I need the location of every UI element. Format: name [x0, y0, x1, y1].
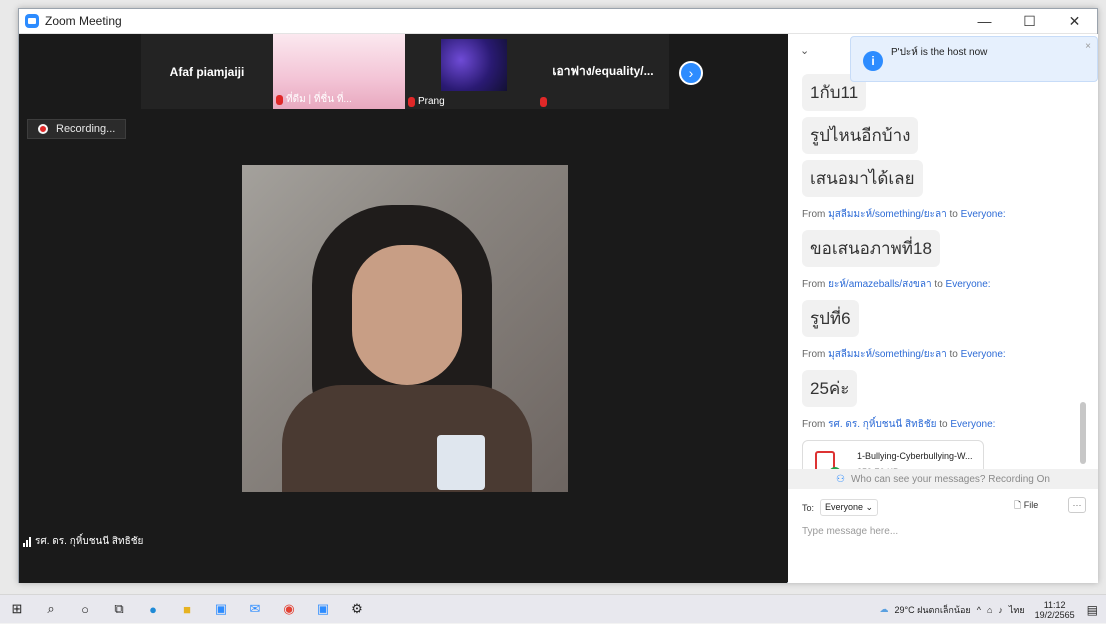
video-area: Afaf piamjaiji ที่ดีม | ที่ชื่น ที่... P…: [19, 34, 787, 583]
participant-label: ที่ดีม | ที่ชื่น ที่...: [276, 92, 352, 107]
desktop: Zoom Meeting — ☐ ✕ Afaf piamjaiji ที่ดีม…: [0, 0, 1106, 623]
settings-icon[interactable]: ⚙: [340, 595, 374, 624]
sender-name[interactable]: รศ. ดร. กุหิ์บชนนี สิทธิชัย: [828, 419, 936, 430]
minimize-button[interactable]: —: [962, 9, 1007, 34]
chat-bubble: เสนอมาได้เลย: [802, 160, 923, 197]
cortana-icon[interactable]: ○: [68, 595, 102, 624]
file-name: 1-Bullying-Cyberbullying-W...: [857, 451, 973, 461]
windows-start-icon[interactable]: ⊞: [0, 595, 34, 624]
participant-label: [540, 97, 550, 107]
participant-video: [441, 39, 507, 91]
notification-icon[interactable]: ▤: [1087, 603, 1098, 617]
chat-scrollbar[interactable]: [1080, 402, 1086, 464]
file-button[interactable]: 🗋 File: [1014, 498, 1038, 514]
search-icon[interactable]: ⌕: [34, 595, 68, 624]
participant-label: Prang: [408, 96, 445, 107]
record-icon: [38, 124, 48, 134]
clock[interactable]: 11:12 19/2/2565: [1035, 600, 1075, 620]
chat-message: เสนอมาได้เลย: [802, 160, 1088, 203]
signal-icon: [23, 537, 32, 547]
chat-message: รูปไหนอีกบ้าง: [802, 117, 1088, 160]
volume-icon[interactable]: ♪: [998, 605, 1003, 615]
more-options-button[interactable]: ···: [1068, 497, 1086, 513]
sender-name[interactable]: มุสลีมมะห์/something/ยะลา: [828, 209, 947, 220]
close-notification-icon[interactable]: ×: [1085, 41, 1091, 52]
next-page-button[interactable]: ›: [679, 61, 703, 85]
weather-label[interactable]: 29°C ฝนตกเล็กน้อย: [895, 603, 971, 617]
chat-bubble: รูปที่6: [802, 300, 859, 337]
file-icon: 🗋: [1014, 500, 1021, 510]
system-tray: ☁ 29°C ฝนตกเล็กน้อย ^ ⌂ ♪ ไทย 11:12 19/2…: [874, 595, 1106, 624]
mic-off-icon: [540, 97, 547, 107]
title-bar: Zoom Meeting — ☐ ✕: [19, 9, 1097, 34]
weather-icon: ☁: [880, 604, 889, 615]
speaker-name-label: รศ. ดร. กุหิ์บชนนี สิทธิชัย: [23, 534, 143, 549]
edge-icon[interactable]: ●: [136, 595, 170, 624]
zoom-taskbar-icon[interactable]: ▣: [306, 595, 340, 624]
compose-area: To: Everyone ⌄ 🗋 File ··· Type message h…: [788, 489, 1098, 583]
mic-off-icon: [408, 97, 415, 107]
chat-bubble: รูปไหนอีกบ้าง: [802, 117, 918, 154]
people-icon: ⚇: [836, 474, 845, 485]
who-can-see-banner[interactable]: ⚇ Who can see your messages? Recording O…: [788, 469, 1098, 489]
recipient-name: Everyone:: [961, 349, 1006, 360]
language-label[interactable]: ไทย: [1009, 603, 1025, 617]
task-view-icon[interactable]: ⧉: [102, 595, 136, 624]
recipient-name: Everyone:: [946, 279, 991, 290]
sender-name[interactable]: ยะห์/amazeballs/สงขลา: [828, 279, 932, 290]
participant-name: เอาฟาง/equality/...: [552, 62, 653, 81]
chat-messages: 1กับ11รูปไหนอีกบ้างเสนอมาได้เลยFrom มุสล…: [802, 74, 1088, 486]
participant-tile[interactable]: Prang: [405, 34, 537, 109]
recording-indicator[interactable]: Recording...: [27, 119, 126, 139]
chat-bubble: 25ค่ะ: [802, 370, 857, 407]
mail-icon[interactable]: ✉: [238, 595, 272, 624]
active-speaker-video: [242, 165, 568, 492]
file-explorer-icon[interactable]: ■: [170, 595, 204, 624]
zoom-window: Zoom Meeting — ☐ ✕ Afaf piamjaiji ที่ดีม…: [18, 8, 1098, 583]
tray-overflow-icon[interactable]: ^: [977, 605, 981, 615]
info-icon: i: [863, 51, 883, 71]
chat-message: รูปที่6: [802, 300, 1088, 343]
chat-sender-line: From มุสลีมมะห์/something/ยะลา to Everyo…: [802, 347, 1088, 362]
participant-strip: Afaf piamjaiji ที่ดีม | ที่ชื่น ที่... P…: [141, 34, 669, 109]
network-icon[interactable]: ⌂: [987, 605, 992, 615]
store-icon[interactable]: ▣: [204, 595, 238, 624]
chevron-down-icon[interactable]: ⌄: [800, 44, 809, 57]
participant-tile[interactable]: เอาฟาง/equality/...: [537, 34, 669, 109]
chat-sender-line: From ยะห์/amazeballs/สงขลา to Everyone:: [802, 277, 1088, 292]
maximize-button[interactable]: ☐: [1007, 9, 1052, 34]
recipient-row: To: Everyone ⌄: [802, 499, 878, 516]
taskbar: ⊞ ⌕ ○ ⧉ ● ■ ▣ ✉ ◉ ▣ ⚙ ☁ 29°C ฝนตกเล็กน้อ…: [0, 594, 1106, 623]
speaker-face: [352, 245, 462, 385]
recipient-select[interactable]: Everyone ⌄: [820, 499, 878, 516]
chat-bubble: ขอเสนอภาพที่18: [802, 230, 940, 267]
chrome-icon[interactable]: ◉: [272, 595, 306, 624]
chat-message: 25ค่ะ: [802, 370, 1088, 413]
window-title: Zoom Meeting: [45, 14, 122, 28]
close-button[interactable]: ✕: [1052, 9, 1097, 34]
mic-off-icon: [276, 95, 283, 105]
participant-name: Afaf piamjaiji: [170, 65, 245, 79]
chat-sender-line: From รศ. ดร. กุหิ์บชนนี สิทธิชัย to Ever…: [802, 417, 1088, 432]
message-input[interactable]: Type message here...: [802, 526, 898, 537]
chat-message: ขอเสนอภาพที่18: [802, 230, 1088, 273]
zoom-app-icon: [25, 14, 39, 28]
id-badge: [437, 435, 485, 490]
sender-name[interactable]: มุสลีมมะห์/something/ยะลา: [828, 349, 947, 360]
host-notification: i P'ปะห์ is the host now ×: [850, 36, 1098, 82]
participant-tile[interactable]: ที่ดีม | ที่ชื่น ที่...: [273, 34, 405, 109]
speaker-body: [282, 385, 532, 492]
chat-panel: ⌄ 1กับ11รูปไหนอีกบ้างเสนอมาได้เลยFrom มุ…: [788, 34, 1098, 583]
recipient-name: Everyone:: [950, 419, 995, 430]
recipient-name: Everyone:: [961, 209, 1006, 220]
chat-sender-line: From มุสลีมมะห์/something/ยะลา to Everyo…: [802, 207, 1088, 222]
participant-tile[interactable]: Afaf piamjaiji: [141, 34, 273, 109]
window-controls: — ☐ ✕: [962, 9, 1097, 34]
